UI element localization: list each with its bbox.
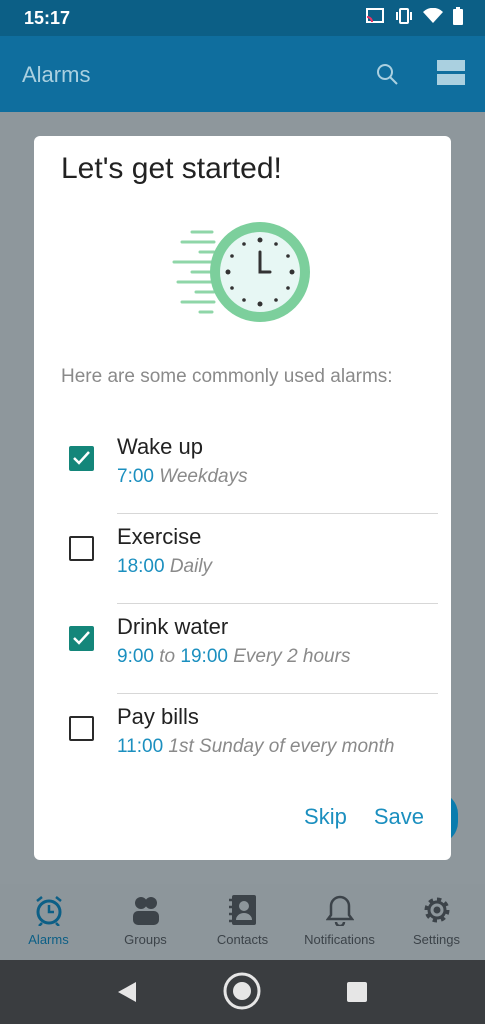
status-icons (365, 7, 463, 25)
bottom-nav: Alarms Groups Contacts Notifications Set… (0, 884, 485, 960)
alarm-recurrence: 1st Sunday of every month (168, 736, 395, 757)
status-time: 15:17 (24, 8, 71, 28)
list-item[interactable]: Drink water 9:00 to 19:00 Every 2 hours (69, 604, 438, 694)
alarm-recurrence: Daily (169, 556, 213, 577)
alarm-clock-icon (35, 896, 62, 926)
nav-label: Contacts (216, 932, 269, 947)
onboarding-dialog: Let's get started! Here are some commonl… (34, 136, 451, 860)
system-nav-bar (0, 960, 485, 1024)
view-toggle-icon[interactable] (437, 60, 465, 86)
clock-illustration (172, 222, 310, 322)
list-item[interactable]: Pay bills 11:00 1st Sunday of every mont… (69, 694, 438, 783)
bell-icon (325, 895, 354, 926)
back-icon[interactable] (116, 980, 138, 1004)
nav-label: Notifications (304, 932, 375, 947)
alarm-time: 18:00 (117, 556, 165, 577)
page-title: Alarms (22, 62, 91, 87)
alarm-name: Drink water (117, 614, 229, 639)
alarm-schedule: 18:00 Daily (117, 556, 212, 578)
app-bar: Alarms (0, 36, 485, 112)
nav-item-groups[interactable]: Groups (97, 884, 194, 960)
home-icon[interactable] (222, 971, 262, 1011)
contacts-icon (228, 895, 256, 925)
checkmark-icon (73, 631, 90, 645)
recents-icon[interactable] (346, 981, 368, 1003)
alarm-recurrence: Every 2 hours (233, 646, 351, 667)
alarm-suggestion-list: Wake up 7:00 Weekdays Exercise 18:00 Dai… (61, 424, 438, 783)
alarm-schedule: 7:00 Weekdays (117, 466, 248, 488)
dialog-intro: Here are some commonly used alarms: (61, 366, 393, 387)
dialog-title: Let's get started! (61, 152, 282, 185)
groups-icon (132, 897, 159, 925)
nav-item-notifications[interactable]: Notifications (291, 884, 388, 960)
wifi-icon (423, 8, 443, 23)
alarm-name: Pay bills (117, 704, 199, 729)
alarm-name: Exercise (117, 524, 202, 549)
checkbox[interactable] (69, 446, 94, 471)
nav-label: Settings (413, 932, 460, 947)
alarm-time: 9:00 (117, 646, 154, 667)
list-item[interactable]: Exercise 18:00 Daily (69, 514, 438, 604)
search-icon[interactable] (375, 62, 399, 86)
alarm-name: Wake up (117, 434, 204, 459)
dialog-actions: Skip Save (304, 804, 424, 830)
skip-button[interactable]: Skip (304, 804, 347, 830)
alarm-schedule: 11:00 1st Sunday of every month (117, 736, 394, 758)
nav-item-contacts[interactable]: Contacts (194, 884, 291, 960)
battery-icon (453, 7, 463, 25)
list-item[interactable]: Wake up 7:00 Weekdays (69, 424, 438, 514)
gear-icon (424, 897, 449, 923)
alarm-end-time: 19:00 (180, 646, 228, 667)
vibrate-icon (396, 8, 412, 24)
alarm-range-word: to (159, 646, 176, 667)
nav-item-settings[interactable]: Settings (388, 884, 485, 960)
save-button[interactable]: Save (374, 804, 424, 830)
alarm-schedule: 9:00 to 19:00 Every 2 hours (117, 646, 350, 668)
checkmark-icon (73, 451, 90, 465)
alarm-time: 7:00 (117, 466, 154, 487)
nav-label: Groups (124, 932, 167, 947)
checkbox[interactable] (69, 716, 94, 741)
nav-label: Alarms (28, 932, 69, 947)
cast-icon (366, 8, 384, 23)
checkbox[interactable] (69, 626, 94, 651)
alarm-recurrence: Weekdays (159, 466, 248, 487)
status-bar: 15:17 (0, 0, 485, 36)
alarm-time: 11:00 (117, 736, 164, 757)
nav-item-alarms[interactable]: Alarms (0, 884, 97, 960)
checkbox[interactable] (69, 536, 94, 561)
